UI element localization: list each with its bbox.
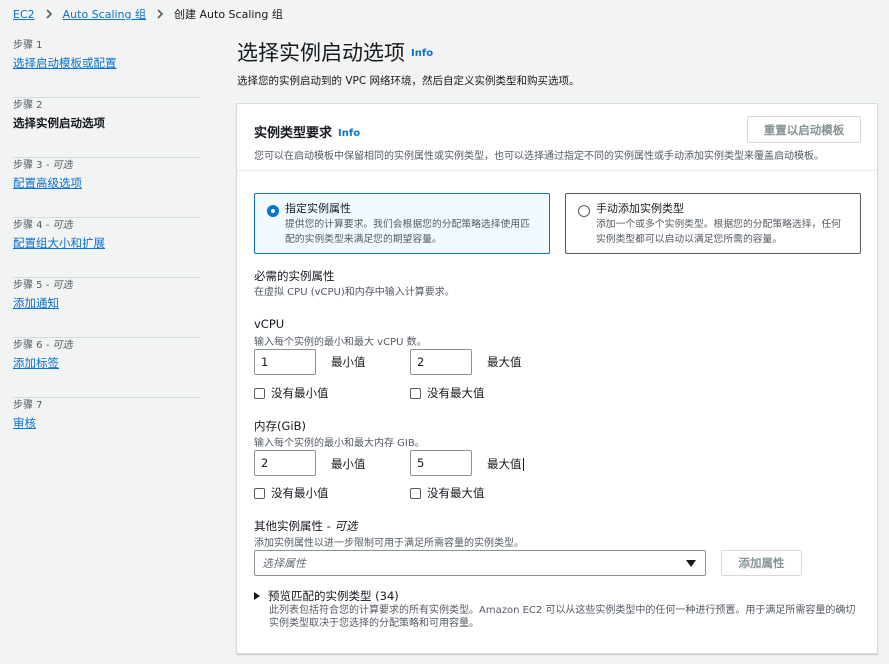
checkbox-icon[interactable] bbox=[410, 387, 421, 399]
vcpu-max-input[interactable]: 2 bbox=[410, 349, 472, 375]
step-label-current: 选择实例启动选项 bbox=[13, 116, 105, 130]
other-attributes-desc: 添加实例属性以进一步限制可用于满足所需容量的实例类型。 bbox=[254, 538, 524, 549]
breadcrumb: EC2 Auto Scaling 组 创建 Auto Scaling 组 bbox=[13, 6, 283, 22]
radio-unselected-icon[interactable] bbox=[578, 205, 590, 217]
reset-to-launch-template-button[interactable]: 重置以启动模板 bbox=[747, 116, 861, 143]
panel-divider bbox=[237, 170, 877, 171]
panel-info-link[interactable]: Info bbox=[338, 128, 360, 139]
step-link-launch-template[interactable]: 选择启动模板或配置 bbox=[13, 56, 117, 70]
step-optional: - 可选 bbox=[42, 280, 73, 291]
vcpu-min-label: 最小值 bbox=[331, 355, 366, 369]
checkbox-icon[interactable] bbox=[254, 387, 265, 399]
panel-title: 实例类型要求 Info bbox=[254, 122, 360, 141]
panel-description: 您可以在启动模板中保留相同的实例属性或实例类型，也可以选择通过指定不同的实例属性… bbox=[254, 151, 824, 162]
tile-description: 提供您的计算要求。我们会根据您的分配策略选择使用匹配的实例类型来满足您的期望容量… bbox=[285, 219, 530, 245]
tile-title: 指定实例属性 bbox=[285, 202, 351, 215]
panel-title-text: 实例类型要求 bbox=[254, 126, 333, 141]
memory-no-max-checkbox[interactable]: 没有最大值 bbox=[410, 485, 485, 501]
checkbox-label: 没有最大值 bbox=[427, 386, 485, 400]
step-number: 步骤 4 bbox=[13, 220, 43, 231]
preview-matching-types-expander[interactable]: 预览匹配的实例类型 (34) bbox=[254, 588, 399, 604]
memory-desc: 输入每个实例的最小和最大内存 GIB。 bbox=[254, 438, 425, 449]
step-number: 步骤 6 bbox=[13, 340, 43, 351]
vcpu-title: vCPU bbox=[254, 317, 285, 331]
breadcrumb-current: 创建 Auto Scaling 组 bbox=[174, 8, 283, 21]
step-4: 步骤 4 - 可选 配置组大小和扩展 bbox=[13, 218, 201, 278]
page-title-text: 选择实例启动选项 bbox=[237, 41, 405, 65]
required-attributes-title: 必需的实例属性 bbox=[254, 269, 335, 283]
other-attributes-title: 其他实例属性 - 可选 bbox=[254, 518, 357, 534]
vcpu-min-input[interactable]: 1 bbox=[254, 349, 316, 375]
page-title: 选择实例启动选项 Info bbox=[237, 40, 433, 67]
step-1: 步骤 1 选择启动模板或配置 bbox=[13, 38, 201, 98]
step-7: 步骤 7 审核 bbox=[13, 398, 201, 458]
step-5: 步骤 5 - 可选 添加通知 bbox=[13, 278, 201, 338]
memory-max-label: 最大值 bbox=[487, 456, 524, 472]
memory-max-label-text: 最大值 bbox=[487, 457, 522, 471]
step-link-advanced-options[interactable]: 配置高级选项 bbox=[13, 176, 82, 190]
step-3: 步骤 3 - 可选 配置高级选项 bbox=[13, 158, 201, 218]
chevron-right-icon bbox=[156, 9, 164, 19]
checkbox-icon[interactable] bbox=[410, 487, 421, 499]
tile-description: 添加一个或多个实例类型。根据您的分配策略选择，任何实例类型都可以启动以满足您所需… bbox=[596, 219, 841, 245]
step-6: 步骤 6 - 可选 添加标签 bbox=[13, 338, 201, 398]
expander-title: 预览匹配的实例类型 (34) bbox=[268, 589, 399, 603]
checkbox-label: 没有最小值 bbox=[271, 386, 329, 400]
memory-title: 内存(GiB) bbox=[254, 419, 306, 433]
memory-max-input[interactable]: 5 bbox=[410, 450, 472, 476]
required-attributes-desc: 在虚拟 CPU (vCPU)和内存中输入计算要求。 bbox=[254, 287, 455, 298]
page-info-link[interactable]: Info bbox=[411, 48, 433, 59]
text-cursor-icon bbox=[522, 458, 524, 471]
select-attribute-dropdown[interactable]: 选择属性 bbox=[254, 550, 706, 576]
step-number: 步骤 2 bbox=[13, 100, 43, 111]
step-number: 步骤 5 bbox=[13, 280, 43, 291]
chevron-right-icon bbox=[45, 9, 53, 19]
memory-min-input[interactable]: 2 bbox=[254, 450, 316, 476]
step-optional: - 可选 bbox=[42, 160, 73, 171]
step-number: 步骤 7 bbox=[13, 400, 43, 411]
breadcrumb-ec2-link[interactable]: EC2 bbox=[13, 8, 35, 21]
step-link-notifications[interactable]: 添加通知 bbox=[13, 296, 59, 310]
vcpu-max-label: 最大值 bbox=[487, 355, 522, 369]
step-link-tags[interactable]: 添加标签 bbox=[13, 356, 59, 370]
step-optional: - 可选 bbox=[42, 340, 73, 351]
step-link-group-size[interactable]: 配置组大小和扩展 bbox=[13, 236, 105, 250]
add-attribute-button[interactable]: 添加属性 bbox=[721, 550, 802, 576]
memory-min-label: 最小值 bbox=[331, 457, 366, 471]
caret-right-icon bbox=[254, 592, 260, 600]
preview-description: 此列表包括符合您的计算要求的所有实例类型。Amazon EC2 可以从这些实例类… bbox=[269, 605, 856, 629]
memory-no-min-checkbox[interactable]: 没有最小值 bbox=[254, 485, 329, 501]
wizard-steps-nav: 步骤 1 选择启动模板或配置 步骤 2 选择实例启动选项 步骤 3 - 可选 配… bbox=[13, 38, 201, 458]
other-attributes-optional: - 可选 bbox=[323, 519, 358, 533]
radio-selected-icon[interactable] bbox=[267, 205, 279, 217]
page-description: 选择您的实例启动到的 VPC 网络环境，然后自定义实例类型和购买选项。 bbox=[237, 75, 580, 87]
vcpu-no-max-checkbox[interactable]: 没有最大值 bbox=[410, 385, 485, 401]
tile-title: 手动添加实例类型 bbox=[596, 202, 684, 215]
checkbox-icon[interactable] bbox=[254, 487, 265, 499]
vcpu-no-min-checkbox[interactable]: 没有最小值 bbox=[254, 385, 329, 401]
tile-manually-add-types[interactable]: 手动添加实例类型 添加一个或多个实例类型。根据您的分配策略选择，任何实例类型都可… bbox=[565, 193, 861, 254]
breadcrumb-asg-link[interactable]: Auto Scaling 组 bbox=[63, 6, 146, 22]
caret-down-icon bbox=[686, 560, 696, 567]
other-attributes-title-text: 其他实例属性 bbox=[254, 519, 323, 533]
tile-specify-attributes[interactable]: 指定实例属性 提供您的计算要求。我们会根据您的分配策略选择使用匹配的实例类型来满… bbox=[254, 193, 550, 254]
step-2: 步骤 2 选择实例启动选项 bbox=[13, 98, 201, 158]
step-number: 步骤 3 bbox=[13, 160, 43, 171]
checkbox-label: 没有最小值 bbox=[271, 486, 329, 500]
step-link-review[interactable]: 审核 bbox=[13, 416, 36, 430]
instance-type-requirements-panel: 实例类型要求 Info 重置以启动模板 您可以在启动模板中保留相同的实例属性或实例… bbox=[236, 103, 878, 654]
checkbox-label: 没有最大值 bbox=[427, 486, 485, 500]
step-optional: - 可选 bbox=[42, 220, 73, 231]
vcpu-desc: 输入每个实例的最小和最大 vCPU 数。 bbox=[254, 337, 427, 348]
step-number: 步骤 1 bbox=[13, 40, 43, 51]
select-placeholder: 选择属性 bbox=[262, 557, 306, 570]
